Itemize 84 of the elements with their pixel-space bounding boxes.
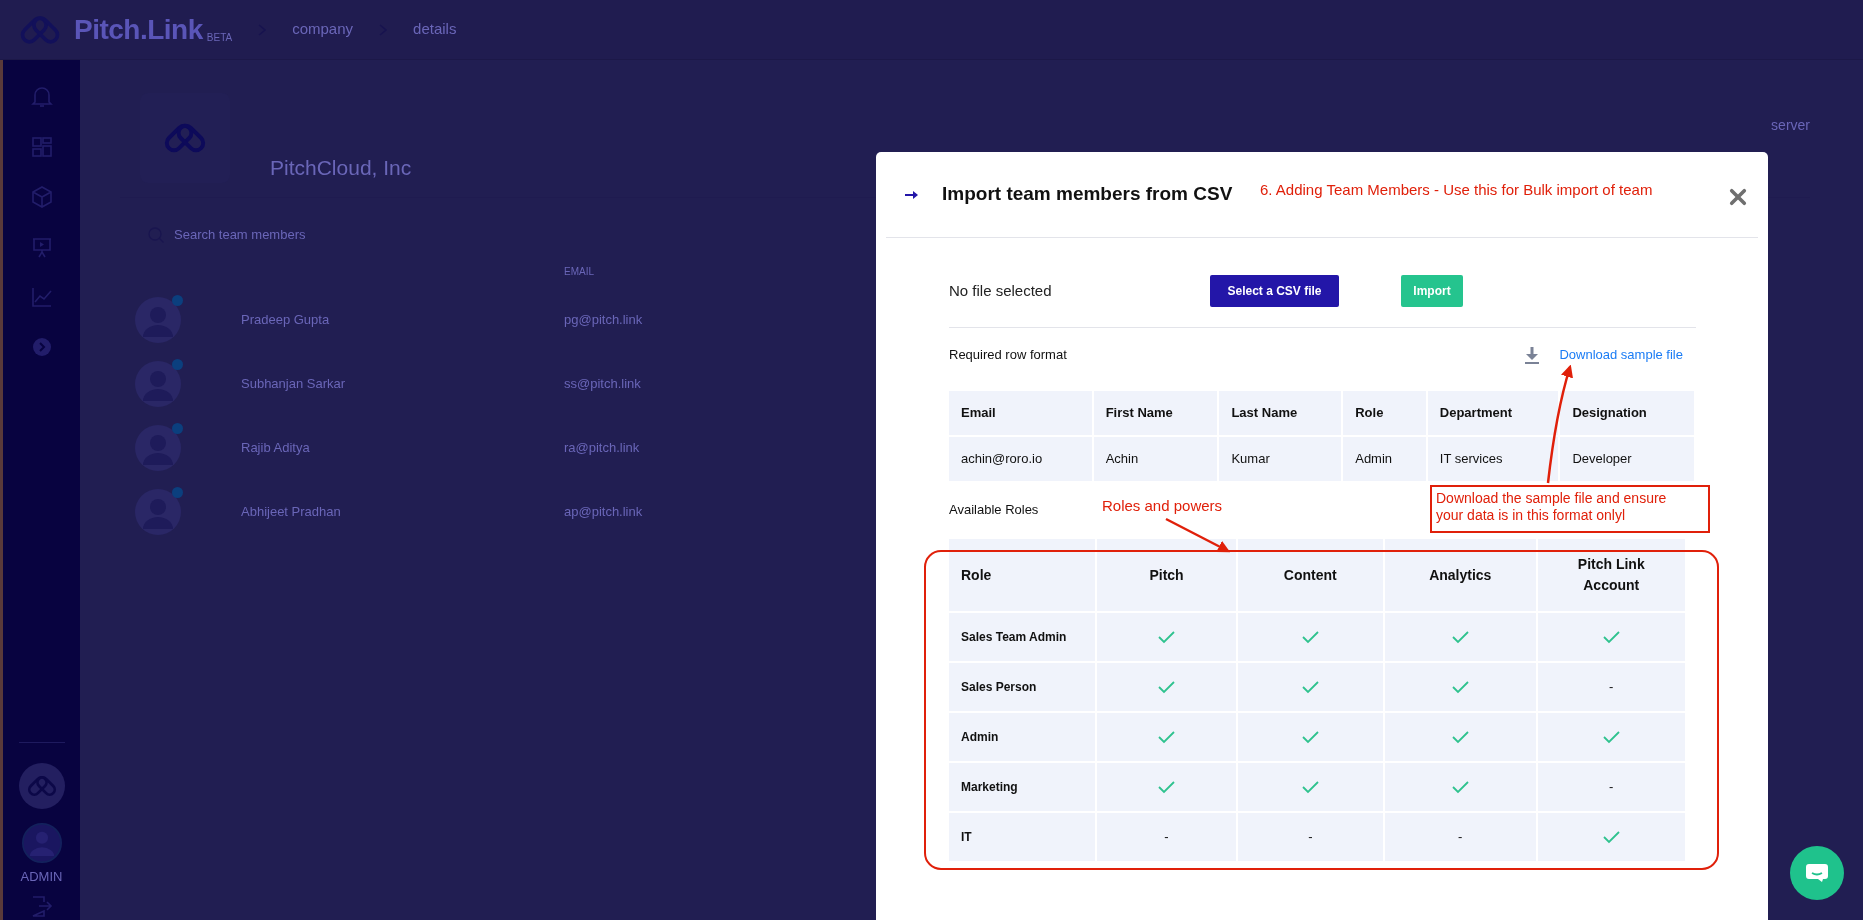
role-name: Marketing [949,763,1096,811]
member-name[interactable]: Rajib Aditya [241,437,561,458]
breadcrumb-link[interactable]: details [413,18,457,41]
avatar [135,488,181,535]
column-header: Designation [1560,391,1694,435]
avatar[interactable] [21,822,62,863]
table-cell: - [1537,763,1685,811]
check-icon [1301,781,1319,795]
annotation-text: 6. Adding Team Members - Use this for Bulk import of team [1260,180,1653,200]
role-name: IT [949,813,1096,861]
import-button[interactable]: Import [1401,275,1463,307]
check-icon [1301,731,1319,745]
column-header: EMAIL [564,264,595,279]
column-header: Role [949,539,1096,611]
column-header: First Name [1093,391,1218,435]
download-link[interactable]: Download sample file [1559,345,1683,365]
role-name: Sales Team Admin [949,613,1096,661]
role-name: Admin [949,713,1096,761]
member-email: pg@pitch.link [564,310,643,329]
check-icon [1301,681,1319,695]
table-cell: IT services [1427,437,1559,481]
table-cell: achin@roro.io [949,437,1092,481]
status-dot [172,358,183,370]
column-header: Pitch [1097,539,1236,611]
download-icon[interactable] [1524,346,1541,364]
avatar [135,360,181,407]
section-label: Required row format [949,346,1067,365]
table-cell: - [1385,813,1536,861]
annotation-arrow [1165,517,1231,553]
table-cell: - [1237,813,1383,861]
check-icon [1451,681,1469,695]
member-email: ap@pitch.link [564,502,643,521]
search-field[interactable]: Search team members [172,224,372,246]
annotation-text: Roles and powers [1102,496,1223,516]
check-icon [1158,731,1176,745]
column-header: server [1771,116,1810,135]
column-header: Department [1427,391,1559,435]
table-cell: - [1097,813,1236,861]
column-header: Role [1343,391,1426,435]
section-label: Available Roles [949,501,1039,520]
check-icon [1602,631,1620,645]
company-name: PitchCloud, Inc [270,154,412,181]
role-name: Sales Person [949,663,1096,711]
table-cell: Kumar [1219,437,1342,481]
check-icon [1451,781,1469,795]
column-header: Last Name [1219,391,1342,435]
column-header: Email [949,391,1092,435]
status-dot [172,422,183,434]
check-icon [1602,831,1620,845]
avatar [135,296,181,343]
check-icon [1158,631,1176,645]
user-role-label: ADMIN [20,867,63,886]
beta-label: BETA [206,31,233,45]
brand-name[interactable]: Pitch.Link [74,8,203,51]
chat-button[interactable] [1790,846,1844,900]
breadcrumb-link[interactable]: company [292,18,354,41]
bell-icon[interactable] [28,84,55,110]
member-name[interactable]: Abhijeet Pradhan [241,501,561,522]
check-icon [1158,681,1176,695]
status-dot [172,294,183,306]
check-icon [1158,781,1176,795]
chat-icon [1805,863,1829,883]
column-header: Analytics [1385,539,1536,611]
check-icon [1602,731,1620,745]
member-email: ss@pitch.link [564,374,641,393]
column-header: Pitch Link Account [1537,539,1685,611]
table-cell: Developer [1560,437,1694,481]
select-file-button[interactable]: Select a CSV file [1210,275,1339,307]
table-cell: Admin [1343,437,1426,481]
avatar [135,424,181,471]
check-icon [1451,731,1469,745]
check-icon [1451,631,1469,645]
annotation-callout: Download the sample file and ensure your data is in this format onlyl [1430,485,1710,533]
file-status: No file selected [949,280,1053,301]
status-dot [172,486,183,498]
check-icon [1301,631,1319,645]
table-cell: Achin [1093,437,1218,481]
column-header: Content [1237,539,1383,611]
member-name[interactable]: Pradeep Gupta [241,309,561,330]
modal-title: Import team members from CSV [942,182,1233,207]
arrow-icon [905,189,918,200]
member-name[interactable]: Subhanjan Sarkar [241,373,561,394]
member-email: ra@pitch.link [564,438,640,457]
table-cell: - [1537,663,1685,711]
